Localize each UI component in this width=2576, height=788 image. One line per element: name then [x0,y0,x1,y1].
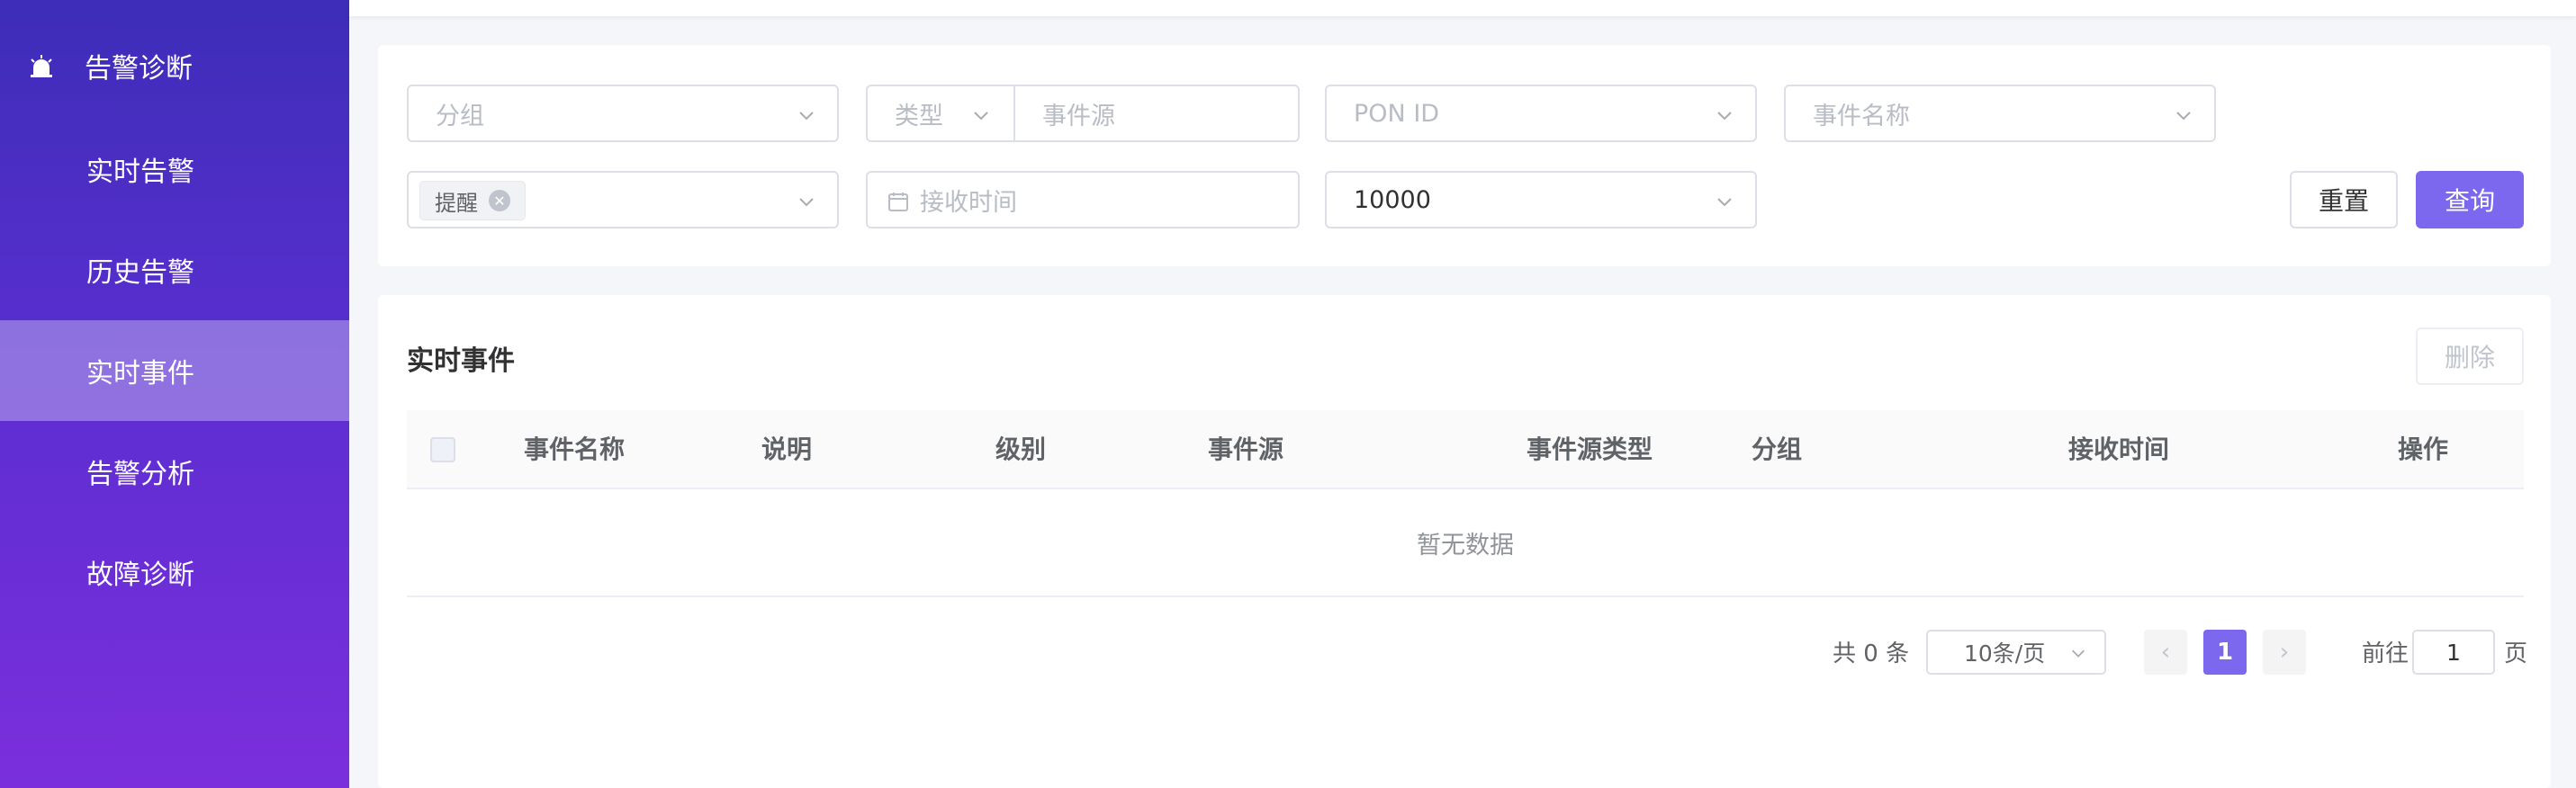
page-size-value: 10条/页 [1964,640,2046,667]
close-icon[interactable]: ✕ [489,190,510,211]
column-header-event-name[interactable]: 事件名称 [524,410,625,489]
event-table-panel: 实时事件 删除 事件名称 说明 级别 事件源 事件源类型 分组 接收时间 操作 … [378,295,2551,788]
filter-panel: 分组 类型 事件源 PON ID 事件名称 提醒 ✕ 接收时间 10000 重置… [378,45,2551,266]
goto-page-input[interactable]: 1 [2412,630,2495,675]
chevron-down-icon [972,106,990,124]
event-name-placeholder: 事件名称 [1813,102,1910,130]
chevron-down-icon [797,193,815,210]
chevron-down-icon [2175,106,2193,124]
goto-prefix: 前往 [2362,640,2409,667]
type-select[interactable]: 类型 [866,85,1015,142]
column-header-receive-time[interactable]: 接收时间 [2068,410,2169,489]
reset-button[interactable]: 重置 [2290,171,2398,228]
sidebar-item-realtime-event[interactable]: 实时事件 [0,320,349,421]
column-header-event-source-type[interactable]: 事件源类型 [1527,410,1653,489]
prev-page-button[interactable]: ‹ [2144,630,2187,675]
chevron-down-icon [2070,645,2088,663]
page-size-select[interactable]: 10条/页 [1926,630,2106,675]
limit-select[interactable]: 10000 [1325,171,1757,228]
query-button[interactable]: 查询 [2416,171,2524,228]
sidebar-header-label: 告警诊断 [85,53,193,85]
chevron-down-icon [797,106,815,124]
goto-suffix: 页 [2504,640,2528,667]
alarm-icon [28,53,55,80]
level-tag-label: 提醒 [435,190,478,216]
event-source-input[interactable]: 事件源 [1013,85,1300,142]
select-all-checkbox[interactable] [430,437,455,462]
column-header-event-source[interactable]: 事件源 [1208,410,1283,489]
level-select[interactable]: 提醒 ✕ [407,171,839,228]
sidebar-item-history-alarm[interactable]: 历史告警 [0,219,349,320]
sidebar-item-realtime-alarm[interactable]: 实时告警 [0,119,349,219]
receive-time-picker[interactable]: 接收时间 [866,171,1300,228]
pagination-total: 共 0 条 [1833,640,1910,667]
group-select-placeholder: 分组 [436,102,484,130]
sidebar-item-alarm-analysis[interactable]: 告警分析 [0,421,349,522]
sidebar: 告警诊断 实时告警 历史告警 实时事件 告警分析 故障诊断 [0,0,349,788]
column-header-group[interactable]: 分组 [1752,410,1802,489]
chevron-down-icon [1716,106,1734,124]
table-header: 事件名称 说明 级别 事件源 事件源类型 分组 接收时间 操作 [407,410,2524,489]
group-select[interactable]: 分组 [407,85,839,142]
column-header-description[interactable]: 说明 [761,410,812,489]
event-source-placeholder: 事件源 [1042,102,1115,130]
limit-value: 10000 [1354,185,1431,214]
empty-state: 暂无数据 [407,489,2524,597]
next-page-button[interactable]: › [2263,630,2306,675]
table-title: 实时事件 [407,345,515,377]
delete-button[interactable]: 删除 [2416,327,2524,385]
pon-id-placeholder: PON ID [1354,99,1440,128]
page-button-1[interactable]: 1 [2203,630,2247,675]
column-header-actions: 操作 [2398,434,2449,464]
level-tag: 提醒 ✕ [419,181,526,220]
sidebar-header[interactable]: 告警诊断 [0,32,349,99]
top-bar [349,0,2576,16]
chevron-down-icon [1716,193,1734,210]
event-name-select[interactable]: 事件名称 [1784,85,2216,142]
calendar-icon [887,191,909,212]
column-header-level[interactable]: 级别 [995,410,1046,489]
sidebar-item-fault-diagnosis[interactable]: 故障诊断 [0,522,349,622]
pon-id-select[interactable]: PON ID [1325,85,1757,142]
type-select-placeholder: 类型 [895,102,943,130]
